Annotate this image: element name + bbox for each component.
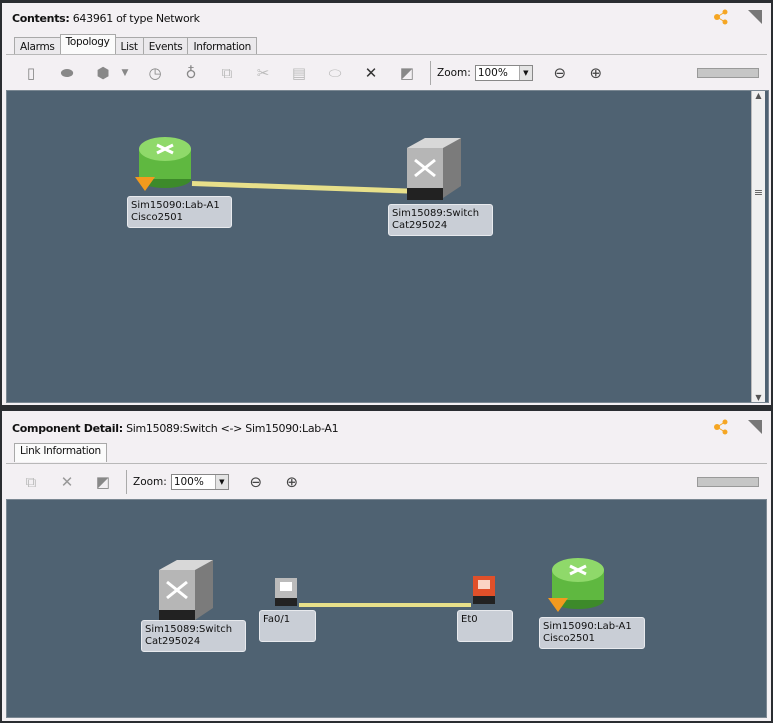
node-type: Cisco2501 bbox=[131, 212, 184, 223]
node-type: Cat295024 bbox=[392, 220, 448, 231]
folder-icon[interactable]: ◩ bbox=[394, 62, 420, 84]
node-label-router[interactable]: Sim15090:Lab-A1 Cisco2501 bbox=[539, 617, 645, 649]
title-value: 643961 of type Network bbox=[72, 12, 200, 25]
router-icon[interactable] bbox=[548, 552, 608, 617]
zoom-select[interactable]: 100% ▼ bbox=[170, 473, 229, 490]
port-icon[interactable] bbox=[273, 576, 301, 610]
tab-bar: Link Information bbox=[14, 443, 107, 462]
port-label-et0[interactable]: Et0 bbox=[457, 610, 513, 642]
port-link[interactable] bbox=[299, 603, 471, 607]
tab-bar: Alarms Topology List Events Information bbox=[14, 34, 257, 55]
tab-information[interactable]: Information bbox=[187, 37, 257, 55]
zoom-out-icon[interactable]: ⊖ bbox=[243, 471, 269, 493]
port-label-fa0-1[interactable]: Fa0/1 bbox=[259, 610, 316, 642]
share-icon[interactable] bbox=[713, 419, 729, 435]
zoom-value: 100% bbox=[477, 66, 508, 79]
remove-icon[interactable]: ⬭ bbox=[322, 62, 348, 84]
paste-icon[interactable]: ▤ bbox=[286, 62, 312, 84]
title-label: Contents: bbox=[12, 12, 70, 25]
cut-icon[interactable]: ✂ bbox=[250, 62, 276, 84]
collapse-triangle-icon[interactable] bbox=[747, 419, 763, 435]
port-name: Et0 bbox=[461, 614, 478, 625]
network-link[interactable] bbox=[191, 181, 414, 194]
chevron-down-icon: ▼ bbox=[518, 65, 532, 80]
node-label-switch[interactable]: Sim15089:Switch Cat295024 bbox=[388, 204, 493, 236]
link-canvas[interactable]: Sim15089:Switch Cat295024 Fa0/1 Et0 Sim15… bbox=[6, 499, 767, 718]
toolbar-separator bbox=[430, 60, 431, 85]
zoom-value: 100% bbox=[173, 475, 204, 488]
copy-icon[interactable]: ⧉ bbox=[214, 62, 240, 84]
zoom-label: Zoom: bbox=[437, 66, 471, 79]
node-name: Sim15090:Lab-A1 bbox=[131, 200, 220, 211]
progress-bar bbox=[697, 476, 759, 487]
component-detail-panel: Component Detail: Sim15089:Switch <-> Si… bbox=[2, 411, 771, 721]
panel-title: Component Detail: Sim15089:Switch <-> Si… bbox=[12, 422, 339, 435]
router-icon[interactable] bbox=[135, 131, 195, 196]
zoom-out-icon[interactable]: ⊖ bbox=[547, 62, 573, 84]
add-node-icon[interactable]: ⬬ bbox=[54, 62, 80, 84]
copy-icon[interactable]: ⧉ bbox=[18, 471, 44, 493]
chevron-down-icon: ▼ bbox=[214, 474, 228, 489]
title-label: Component Detail: bbox=[12, 422, 123, 435]
node-name: Sim15090:Lab-A1 bbox=[543, 621, 632, 632]
port-alarm-icon[interactable] bbox=[471, 574, 499, 608]
topology-canvas[interactable]: Sim15090:Lab-A1 Cisco2501 Sim15089:Switch… bbox=[6, 90, 769, 403]
tab-topology[interactable]: Topology bbox=[59, 34, 116, 55]
switch-icon[interactable] bbox=[403, 136, 463, 204]
tab-list[interactable]: List bbox=[114, 37, 144, 55]
zoom-select[interactable]: 100% ▼ bbox=[474, 64, 533, 81]
tab-alarms[interactable]: Alarms bbox=[14, 37, 61, 55]
locate-icon[interactable]: ♁ bbox=[178, 62, 204, 84]
collapse-triangle-icon[interactable] bbox=[747, 9, 763, 25]
switch-icon[interactable] bbox=[155, 558, 215, 626]
dropdown-arrow-icon[interactable]: ▼ bbox=[118, 62, 132, 84]
folder-icon[interactable]: ◩ bbox=[90, 471, 116, 493]
node-name: Sim15089:Switch bbox=[145, 624, 233, 635]
contents-panel: Contents: 643961 of type Network Alarms … bbox=[2, 3, 771, 405]
progress-bar bbox=[697, 67, 759, 78]
node-type: Cisco2501 bbox=[543, 633, 596, 644]
vertical-scrollbar[interactable]: ▲ ≡ ▼ bbox=[751, 91, 765, 402]
clock-icon[interactable]: ◷ bbox=[142, 62, 168, 84]
scroll-up-icon[interactable]: ▲ bbox=[752, 91, 765, 100]
toolbar-separator bbox=[126, 469, 127, 494]
toolbar: ▯ ⬬ ⬢ ▼ ◷ ♁ ⧉ ✂ ▤ ⬭ ✕ ◩ Zoom: 100% ▼ ⊖ ⊕ bbox=[6, 54, 767, 90]
toolbar: ⧉ ✕ ◩ Zoom: 100% ▼ ⊖ ⊕ bbox=[6, 463, 767, 499]
node-type: Cat295024 bbox=[145, 636, 201, 647]
tab-link-information[interactable]: Link Information bbox=[14, 443, 107, 462]
panel-title: Contents: 643961 of type Network bbox=[12, 12, 200, 25]
new-document-icon[interactable]: ▯ bbox=[18, 62, 44, 84]
delete-icon[interactable]: ✕ bbox=[54, 471, 80, 493]
zoom-in-icon[interactable]: ⊕ bbox=[583, 62, 609, 84]
add-container-icon[interactable]: ⬢ bbox=[90, 62, 116, 84]
delete-icon[interactable]: ✕ bbox=[358, 62, 384, 84]
scroll-down-icon[interactable]: ▼ bbox=[752, 393, 765, 402]
node-label-switch[interactable]: Sim15089:Switch Cat295024 bbox=[141, 620, 246, 652]
scroll-thumb[interactable]: ≡ bbox=[752, 186, 765, 199]
zoom-label: Zoom: bbox=[133, 475, 167, 488]
port-name: Fa0/1 bbox=[263, 614, 291, 625]
node-name: Sim15089:Switch bbox=[392, 208, 480, 219]
tab-events[interactable]: Events bbox=[142, 37, 189, 55]
title-value: Sim15089:Switch <-> Sim15090:Lab-A1 bbox=[126, 422, 339, 435]
zoom-in-icon[interactable]: ⊕ bbox=[279, 471, 305, 493]
share-icon[interactable] bbox=[713, 9, 729, 25]
node-label-router[interactable]: Sim15090:Lab-A1 Cisco2501 bbox=[127, 196, 232, 228]
